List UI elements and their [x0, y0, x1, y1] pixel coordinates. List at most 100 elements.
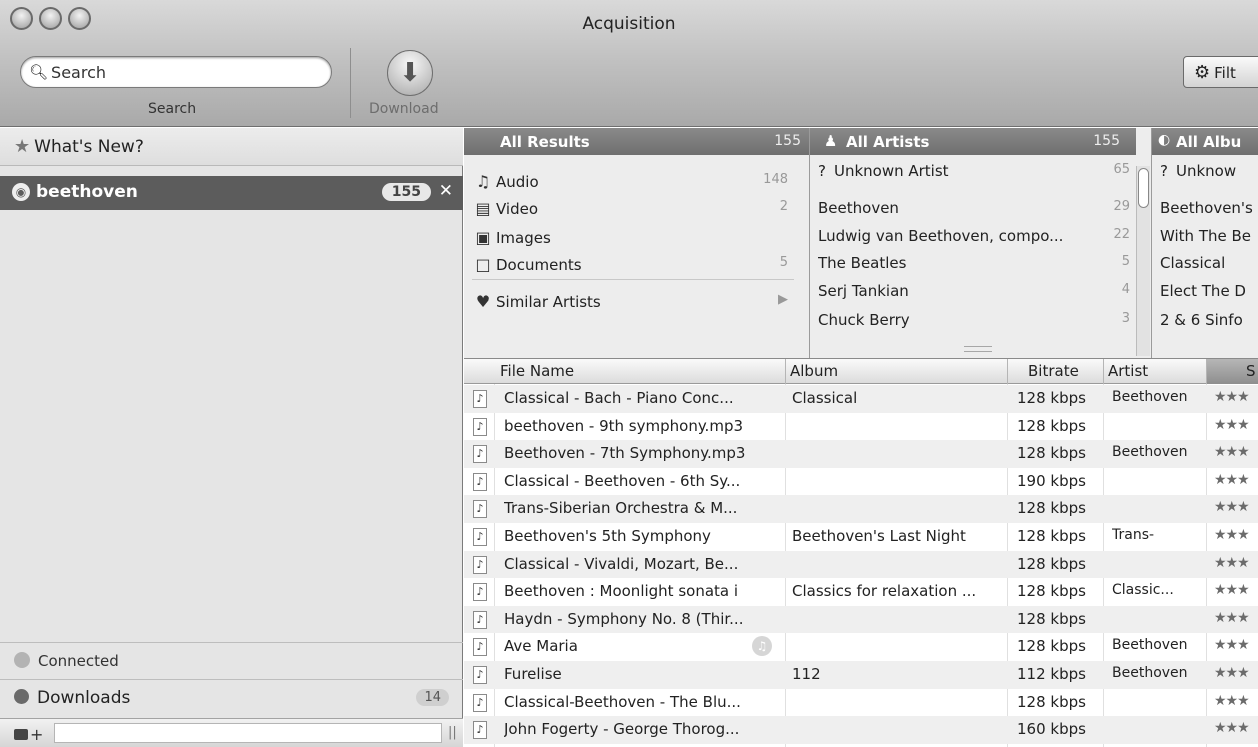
result-type-documents[interactable]: □ Documents 5 [474, 255, 794, 274]
table-row[interactable]: ♪ Classical - Beethoven - 6th Sy... 190 kb… [464, 468, 1258, 496]
search-icon: 🔍︎ [29, 63, 49, 81]
album-item[interactable]: Elect The D [1160, 282, 1246, 300]
result-count: 148 [763, 172, 788, 187]
cell-album: 112 [792, 665, 821, 683]
sidebar-item-whats-new[interactable]: ★ What's New? [0, 128, 463, 166]
cell-rating[interactable]: ★★★ [1214, 665, 1258, 681]
column-header-stars[interactable]: S [1246, 362, 1256, 380]
pane-resize-handle[interactable] [964, 346, 992, 352]
column-divider[interactable] [1103, 359, 1104, 384]
table-row[interactable]: ♪ beethoven - 9th symphony.mp3 128 kbps ★★★ [464, 413, 1258, 441]
results-pane: ♫ Audio 148 ▤ Video 2 ▣ Images □ Documents 5… [464, 155, 809, 358]
cell-bitrate: 128 kbps [1017, 582, 1086, 601]
cell-rating[interactable]: ★★★ [1214, 720, 1258, 736]
cell-rating[interactable]: ★★★ [1214, 472, 1258, 488]
table-row[interactable]: ♪ Ave Maria 128 kbps Beethoven ★★★ ♫ [464, 633, 1258, 661]
result-label: Audio [496, 173, 539, 191]
sidebar-filter-field[interactable] [54, 723, 442, 743]
cell-rating[interactable]: ★★★ [1214, 499, 1258, 515]
artist-item[interactable]: Ludwig van Beethoven, compo... 22 [818, 227, 1130, 245]
artists-pane: ? Unknown Artist 65 Beethoven 29 Ludwig v… [810, 155, 1136, 358]
search-item-label: beethoven [36, 182, 138, 202]
cell-rating[interactable]: ★★★ [1214, 610, 1258, 626]
artist-item[interactable]: ? Unknown Artist 65 [818, 162, 1130, 180]
audio-file-icon: ♪ [473, 500, 487, 519]
cell-rating[interactable]: ★★★ [1214, 637, 1258, 653]
table-row[interactable]: ♪ Trans-Siberian Orchestra & M... 128 kbps… [464, 495, 1258, 523]
table-row[interactable]: ♪ John Fogerty - George Thorog... 160 kbps… [464, 716, 1258, 744]
table-row[interactable]: ♪ Haydn - Symphony No. 8 (Thir... 128 kbps… [464, 605, 1258, 634]
result-label: Images [496, 229, 551, 247]
sidebar-item-search-beethoven[interactable]: ◉ beethoven 155 ✕ [0, 176, 463, 210]
connection-icon [14, 652, 30, 668]
cell-artist: Beethoven [1112, 637, 1188, 654]
album-item[interactable]: ? Unknow [1160, 162, 1236, 180]
sidebar-bottom-bar: + || [0, 718, 463, 747]
cell-rating[interactable]: ★★★ [1214, 444, 1258, 460]
sidebar: ★ What's New? ◉ beethoven 155 ✕ Connected … [0, 128, 463, 747]
column-header-bitrate[interactable]: Bitrate [1028, 362, 1079, 380]
result-type-video[interactable]: ▤ Video 2 [474, 199, 794, 218]
album-item[interactable]: Beethoven's [1160, 199, 1253, 217]
column-divider[interactable] [1206, 359, 1207, 384]
browser-panes: All Results 155 ♫ Audio 148 ▤ Video 2 ▣ Ima… [464, 128, 1258, 358]
cell-bitrate: 128 kbps [1017, 416, 1086, 435]
table-row[interactable]: ♪ Beethoven's 5th Symphony Beethoven's Las… [464, 523, 1258, 551]
cell-rating[interactable]: ★★★ [1214, 389, 1258, 405]
audio-file-icon: ♪ [473, 390, 487, 408]
album-item[interactable]: Classical [1160, 254, 1225, 272]
table-row[interactable]: ♪ Classical - Bach - Piano Conc... Classic… [464, 385, 1258, 413]
all-artists-header[interactable]: ♟ All Artists 155 [810, 128, 1136, 155]
artist-item[interactable]: The Beatles 5 [818, 254, 1130, 272]
cell-rating[interactable]: ★★★ [1214, 555, 1258, 571]
column-header-album[interactable]: Album [790, 362, 838, 380]
artist-name: Unknown Artist [833, 162, 949, 180]
artist-item[interactable]: Chuck Berry 3 [818, 311, 1130, 329]
result-type-images[interactable]: ▣ Images [474, 228, 794, 247]
table-row[interactable]: ♪ Furelise 112 112 kbps Beethoven ★★★ [464, 661, 1258, 689]
table-row[interactable]: ♪ Classical - Vivaldi, Mozart, Be... 128 k… [464, 550, 1258, 579]
search-input[interactable]: 🔍︎ Search [20, 56, 332, 88]
add-folder-icon[interactable]: + [14, 725, 43, 744]
scrollbar-thumb[interactable] [1138, 168, 1149, 208]
artists-scrollbar[interactable] [1136, 166, 1150, 356]
all-results-header[interactable]: All Results 155 [464, 128, 809, 155]
cell-artist: Beethoven [1112, 665, 1188, 681]
filter-button[interactable]: ⚙ Filt [1183, 56, 1258, 88]
table-row[interactable]: ♪ Beethoven : Moonlight sonata i Classics … [464, 578, 1258, 606]
audio-file-icon: ♪ [473, 666, 487, 684]
column-divider[interactable] [785, 359, 786, 384]
album-icon: ◐ [1158, 132, 1171, 148]
results-table: File Name Album Bitrate Artist S ♪ Classi… [464, 358, 1258, 747]
all-albums-header[interactable]: ◐ All Albu [1152, 128, 1258, 155]
resize-grip-icon[interactable]: || [448, 725, 457, 740]
cell-rating[interactable]: ★★★ [1214, 582, 1258, 598]
column-header-file-name[interactable]: File Name [500, 362, 574, 380]
cell-file-name: Classical-Beethoven - The Blu... [504, 692, 741, 711]
column-divider[interactable] [1007, 359, 1008, 384]
close-search-icon[interactable]: ✕ [439, 181, 453, 201]
sidebar-item-downloads[interactable]: Downloads 14 [0, 679, 463, 715]
cell-file-name: Furelise [504, 665, 562, 683]
album-item[interactable]: 2 & 6 Sinfo [1160, 311, 1243, 329]
table-row[interactable]: ♪ Classical-Beethoven - The Blu... 128 kbp… [464, 689, 1258, 717]
images-icon: ▣ [475, 228, 491, 247]
video-icon: ▤ [475, 199, 491, 218]
audio-file-icon: ♪ [473, 693, 487, 712]
table-row[interactable]: ♪ Beethoven - 7th Symphony.mp3 128 kbps Bee… [464, 440, 1258, 468]
cell-rating[interactable]: ★★★ [1214, 417, 1258, 433]
result-type-audio[interactable]: ♫ Audio 148 [474, 172, 794, 191]
column-header-artist[interactable]: Artist [1108, 362, 1148, 380]
album-name: Unknow [1175, 162, 1237, 180]
album-item[interactable]: With The Be [1160, 227, 1251, 245]
all-artists-count: 155 [1093, 133, 1120, 149]
pane-divider[interactable] [1151, 128, 1152, 358]
download-button[interactable]: ⬇︎ [387, 50, 433, 96]
result-count: 5 [779, 255, 788, 270]
cell-rating[interactable]: ★★★ [1214, 693, 1258, 709]
artist-item[interactable]: Beethoven 29 [818, 199, 1130, 217]
similar-artists-item[interactable]: ♥ Similar Artists ▶ [474, 292, 794, 311]
cell-rating[interactable]: ★★★ [1214, 527, 1258, 543]
cell-artist: Beethoven [1112, 389, 1188, 405]
artist-item[interactable]: Serj Tankian 4 [818, 282, 1130, 300]
